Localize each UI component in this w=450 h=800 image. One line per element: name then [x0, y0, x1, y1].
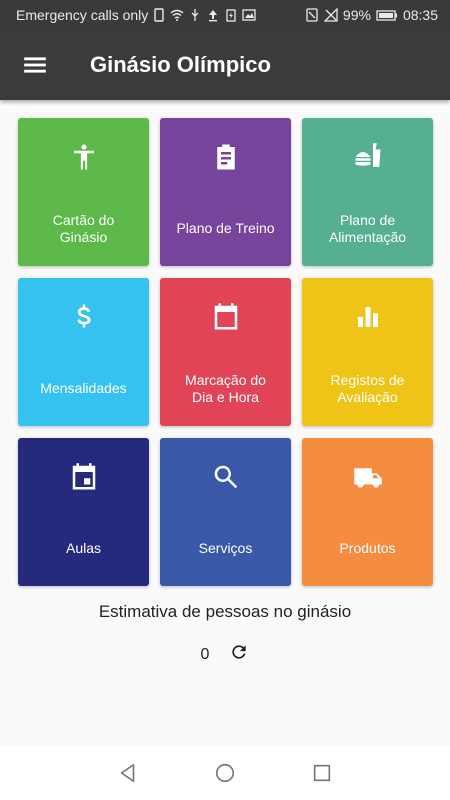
home-icon[interactable]: [214, 762, 236, 784]
hamburger-icon: [24, 57, 46, 73]
sim-icon: [152, 8, 166, 22]
tile-label: Marcação do Dia e Hora: [185, 372, 266, 405]
tile-label: Produtos: [339, 540, 396, 556]
recents-icon[interactable]: [311, 762, 333, 784]
wifi-icon: [170, 8, 184, 22]
person-icon: [18, 142, 149, 172]
menu-grid: Cartão do Ginásio Plano de Treino Plano …: [18, 118, 433, 586]
battery-icon: [376, 8, 398, 22]
tile-label: Serviços: [198, 540, 253, 556]
calendar-icon: [160, 302, 291, 332]
upload-icon: [206, 8, 220, 22]
app-bar: Ginásio Olímpico: [0, 30, 450, 100]
clock: 08:35: [402, 7, 438, 23]
tile-label: Aulas: [65, 540, 102, 556]
battery-charge-icon: [224, 8, 238, 22]
bar-chart-icon: [302, 302, 433, 332]
tile-classes[interactable]: Aulas: [18, 438, 149, 586]
clipboard-icon: [160, 142, 291, 172]
tile-services[interactable]: Serviços: [160, 438, 291, 586]
tile-training-plan[interactable]: Plano de Treino: [160, 118, 291, 266]
tile-label: Mensalidades: [40, 380, 127, 396]
refresh-icon: [232, 645, 247, 659]
refresh-button[interactable]: [229, 642, 249, 667]
search-icon: [160, 462, 291, 492]
people-count: 0: [200, 645, 210, 663]
food-icon: [302, 142, 433, 172]
system-nav-bar: [0, 746, 450, 800]
tile-label: Cartão do Ginásio: [52, 212, 115, 245]
battery-percent: 99%: [342, 7, 371, 23]
back-icon[interactable]: [117, 762, 139, 784]
carrier-text: Emergency calls only: [16, 7, 149, 23]
signal-icon: [323, 8, 338, 22]
tile-products[interactable]: Produtos: [302, 438, 433, 586]
truck-icon: [302, 462, 433, 492]
tile-gym-card[interactable]: Cartão do Ginásio: [18, 118, 149, 266]
tile-booking[interactable]: Marcação do Dia e Hora: [160, 278, 291, 426]
image-icon: [242, 8, 256, 22]
tile-label: Plano de Alimentação: [328, 212, 407, 245]
people-estimate-label: Estimativa de pessoas no ginásio: [98, 602, 352, 621]
event-icon: [18, 462, 149, 492]
nfc-icon: [305, 8, 319, 22]
status-bar: Emergency calls only 99% 08:35: [0, 0, 450, 30]
dollar-icon: [18, 302, 149, 332]
tile-evaluation[interactable]: Registos de Avaliação: [302, 278, 433, 426]
tile-label: Registos de Avaliação: [330, 372, 405, 405]
usb-icon: [188, 8, 202, 22]
menu-button[interactable]: [0, 30, 70, 100]
tile-label: Plano de Treino: [176, 220, 275, 236]
page-title: Ginásio Olímpico: [90, 52, 271, 77]
people-count-row: 0: [0, 642, 450, 667]
tile-fees[interactable]: Mensalidades: [18, 278, 149, 426]
tile-food-plan[interactable]: Plano de Alimentação: [302, 118, 433, 266]
